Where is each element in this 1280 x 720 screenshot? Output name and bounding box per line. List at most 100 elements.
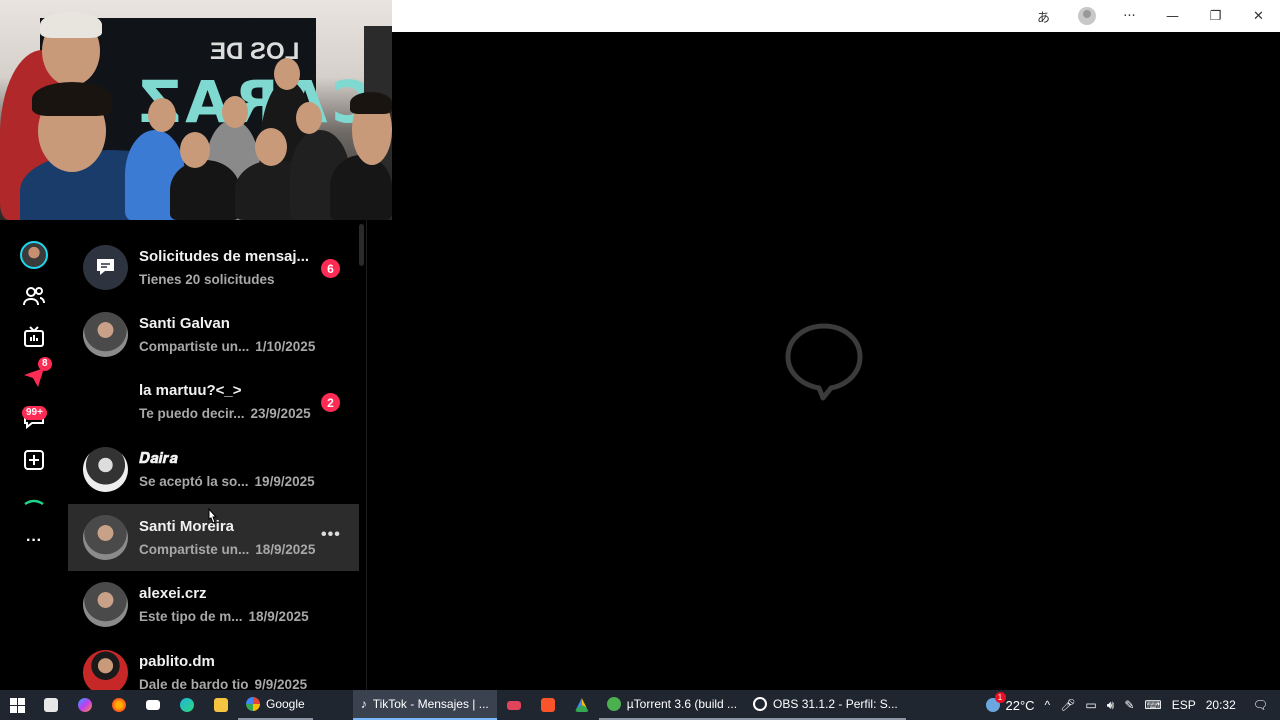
folder-icon: [214, 698, 228, 712]
live-nav-button[interactable]: [18, 321, 50, 353]
people-icon: [23, 287, 45, 306]
avatar: [83, 379, 128, 424]
pen-icon[interactable]: ✎: [1119, 690, 1139, 720]
system-tray: 1 22°C ^ 🎤︎ ▭ 🔊︎ ✎ ⌨ ESP 20:32 🗨︎: [981, 690, 1280, 720]
language-indicator[interactable]: ESP: [1167, 690, 1201, 720]
notifications-icon[interactable]: 🗨︎: [1241, 690, 1280, 720]
taskbar-app-label: TikTok - Mensajes | ...: [372, 697, 489, 711]
conversation-name: 𝑫𝒂𝒊𝒓𝒂: [139, 450, 178, 467]
following-nav-button[interactable]: [18, 280, 50, 312]
unread-badge: 2: [321, 393, 340, 412]
webcam-overlay: LOS DE CARAZ: [0, 0, 392, 220]
conversation-row[interactable]: pablito.dm Dale de bardo tio 9/9/2025: [68, 639, 359, 690]
conversation-row[interactable]: alexei.crz Este tipo de m... 18/9/2025: [68, 571, 359, 638]
conversation-date: 23/9/2025: [250, 406, 311, 421]
plus-square-icon: [24, 450, 44, 470]
taskbar-icon[interactable]: [497, 690, 531, 720]
messages-nav-button[interactable]: 99+: [18, 402, 50, 434]
taskbar-app-obs[interactable]: OBS 31.1.2 - Perfil: S...: [745, 690, 906, 720]
conversation-name: pablito.dm: [139, 653, 215, 670]
conversation-name: alexei.crz: [139, 585, 207, 602]
edge-icon: [180, 698, 194, 712]
drive-icon: [574, 698, 589, 712]
chat-icon: [97, 259, 114, 275]
conversation-name: la martuu?<_>: [139, 382, 242, 399]
taskbar-app-utorrent[interactable]: µTorrent 3.6 (build ...: [598, 690, 746, 720]
conversation-preview: Este tipo de m... 18/9/2025: [139, 609, 309, 624]
message-requests-icon: [83, 245, 128, 290]
conversation-preview: Compartiste un... 1/10/2025: [139, 339, 315, 354]
store-icon: [44, 698, 58, 712]
person-head: [222, 96, 248, 128]
avatar: [83, 650, 128, 690]
preview-text: Compartiste un...: [139, 542, 250, 557]
volume-icon[interactable]: 🔊︎: [1102, 690, 1120, 720]
clock[interactable]: 20:32: [1201, 690, 1241, 720]
conversation-name: Santi Galvan: [139, 315, 230, 332]
divider: [366, 220, 367, 690]
conversation-preview: Dale de bardo tio 9/9/2025: [139, 677, 307, 690]
minimize-button[interactable]: —: [1151, 0, 1194, 32]
taskbar-app-label: Google: [266, 697, 305, 711]
avatar: [83, 312, 128, 357]
avatar-icon: [1077, 7, 1096, 25]
translate-icon[interactable]: あ: [1022, 0, 1065, 32]
tray-overflow-button[interactable]: ^: [1040, 690, 1056, 720]
conversation-row[interactable]: 𝑫𝒂𝒊𝒓𝒂 Se aceptó la so... 19/9/2025: [68, 436, 359, 503]
close-button[interactable]: ✕: [1237, 0, 1280, 32]
store-taskbar-icon[interactable]: [34, 690, 68, 720]
network-icon[interactable]: ▭: [1080, 690, 1101, 720]
profile-button[interactable]: [1065, 0, 1108, 32]
conversation-name: Solicitudes de mensaj...: [139, 248, 310, 265]
drive-taskbar-icon[interactable]: [565, 690, 599, 720]
taskbar-app-google[interactable]: Google: [238, 690, 313, 720]
weather-temp: 22°C: [1005, 697, 1035, 713]
preview-text: Compartiste un...: [139, 339, 250, 354]
brave-taskbar-icon[interactable]: [531, 690, 565, 720]
screen: あ ··· — ❐ ✕ LOS DE CARAZ 8 99+ ··· Solic…: [0, 0, 1280, 720]
taskbar-app-label: OBS 31.1.2 - Perfil: S...: [773, 697, 898, 711]
firefox-icon: [112, 698, 126, 712]
conversation-name: Santi Moreira: [139, 518, 235, 535]
keyboard-icon[interactable]: ⌨: [1139, 690, 1166, 720]
conversation-preview: Tienes 20 solicitudes: [139, 272, 275, 287]
conversation-row[interactable]: Solicitudes de mensaj... Tienes 20 solici…: [68, 234, 359, 301]
preview-text: Se aceptó la so...: [139, 474, 249, 489]
messages-badge: 99+: [22, 406, 47, 420]
weather-badge: 1: [994, 692, 1006, 703]
conversation-list: Solicitudes de mensaj... Tienes 20 solici…: [68, 220, 366, 690]
profile-avatar-icon: [20, 241, 48, 269]
taskbar-app-tiktok[interactable]: ♪ TikTok - Mensajes | ...: [352, 690, 497, 720]
preview-text: Te puedo decir...: [139, 406, 245, 421]
more-nav-button[interactable]: ···: [18, 525, 50, 557]
profile-nav-button[interactable]: [18, 239, 50, 271]
copilot-taskbar-icon[interactable]: [68, 690, 102, 720]
conversation-more-button[interactable]: •••: [321, 526, 341, 544]
firefox-taskbar-icon[interactable]: [102, 690, 136, 720]
extension-nav-button[interactable]: [18, 486, 50, 518]
avatar: [83, 582, 128, 627]
more-options-button[interactable]: ···: [1108, 0, 1151, 32]
mail-icon: [146, 700, 160, 710]
utorrent-icon: [606, 697, 621, 711]
conversation-date: 18/9/2025: [248, 609, 309, 624]
preview-text: Dale de bardo tio: [139, 677, 249, 690]
mail-taskbar-icon[interactable]: [136, 690, 170, 720]
weather-widget[interactable]: 1 22°C: [981, 690, 1040, 720]
start-button[interactable]: [0, 690, 34, 720]
inbox-nav-button[interactable]: 8: [18, 357, 52, 393]
app-icon: [24, 499, 44, 506]
conversation-row[interactable]: Santi Galvan Compartiste un... 1/10/2025: [68, 301, 359, 368]
microphone-icon[interactable]: 🎤︎: [1055, 690, 1080, 720]
upload-nav-button[interactable]: [18, 444, 50, 476]
preview-text: Este tipo de m...: [139, 609, 243, 624]
edge-taskbar-icon[interactable]: [170, 690, 204, 720]
person-hair: [32, 82, 112, 116]
conversation-preview: Se aceptó la so... 19/9/2025: [139, 474, 315, 489]
restore-button[interactable]: ❐: [1194, 0, 1237, 32]
conversation-preview: Te puedo decir... 23/9/2025: [139, 406, 311, 421]
conversation-row[interactable]: la martuu?<_> Te puedo decir... 23/9/2025 2: [68, 368, 359, 435]
explorer-taskbar-icon[interactable]: [204, 690, 238, 720]
tv-icon: [24, 326, 44, 347]
conversation-scrollbar[interactable]: [359, 224, 364, 266]
